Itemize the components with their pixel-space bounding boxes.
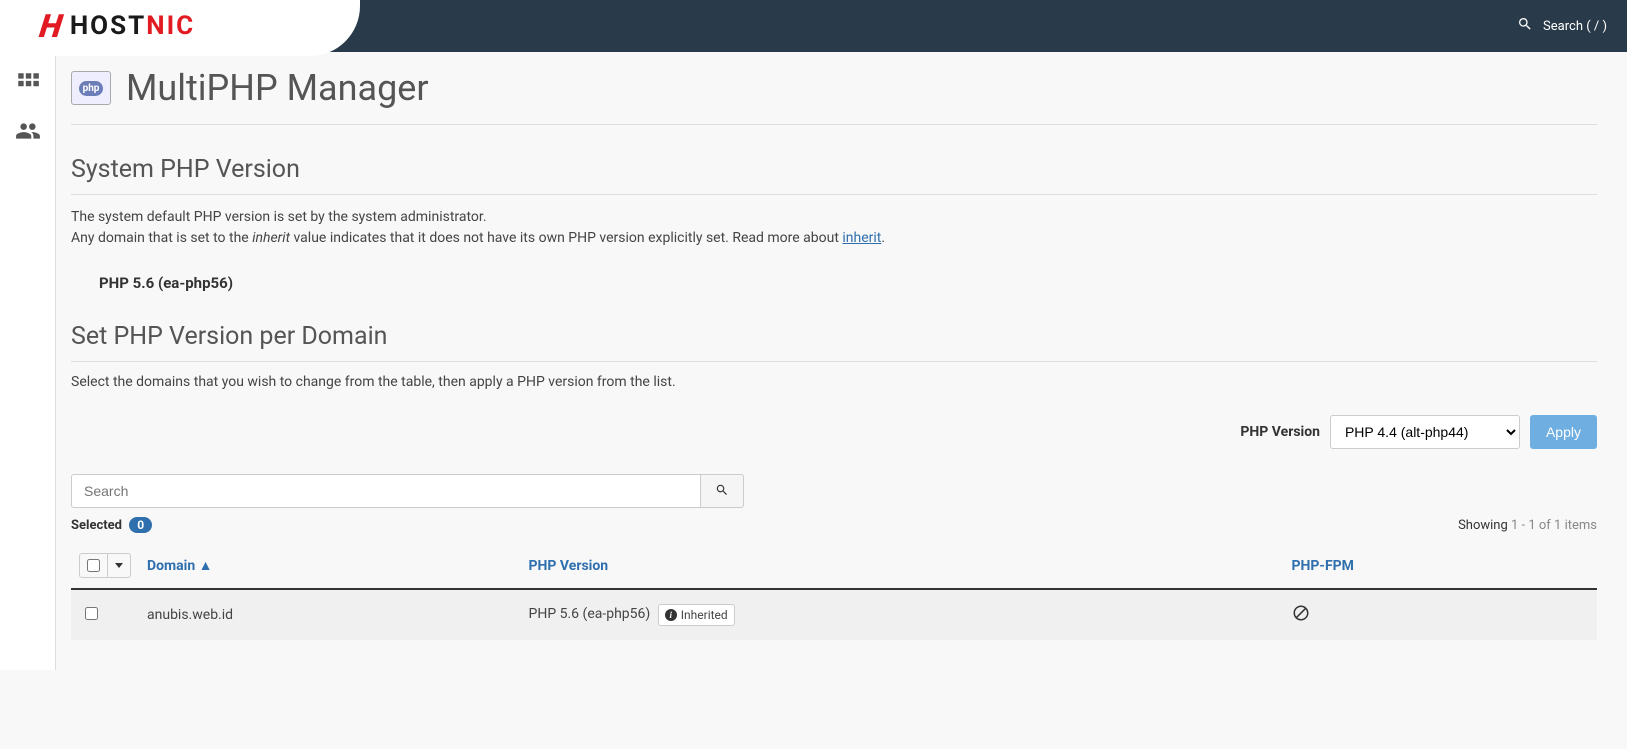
info-icon: i bbox=[665, 609, 677, 621]
select-all-group bbox=[79, 553, 131, 578]
sidebar-item-users[interactable] bbox=[15, 118, 41, 148]
inherit-link[interactable]: inherit bbox=[842, 230, 881, 246]
version-bar: PHP Version PHP 4.4 (alt-php44) Apply bbox=[71, 415, 1597, 449]
col-fpm[interactable]: PHP-FPM bbox=[1284, 543, 1598, 589]
search-icon bbox=[715, 483, 729, 500]
domain-section-title: Set PHP Version per Domain bbox=[71, 322, 1597, 362]
top-search-placeholder: Search ( / ) bbox=[1543, 19, 1607, 34]
logo[interactable]: H HOSTNIC bbox=[40, 7, 195, 45]
domain-instruction: Select the domains that you wish to chan… bbox=[71, 374, 1597, 390]
domain-table: Domain ▲ PHP Version PHP-FPM anubis.web.… bbox=[71, 543, 1597, 640]
select-all-checkbox[interactable] bbox=[80, 554, 107, 577]
showing-text: Showing 1 - 1 of 1 items bbox=[1458, 518, 1597, 533]
row-checkbox[interactable] bbox=[85, 607, 98, 620]
version-select[interactable]: PHP 4.4 (alt-php44) bbox=[1330, 415, 1520, 449]
table-search-row bbox=[71, 474, 1597, 508]
top-search[interactable]: Search ( / ) bbox=[1517, 16, 1627, 36]
col-domain[interactable]: Domain ▲ bbox=[139, 543, 521, 589]
system-version-title: System PHP Version bbox=[71, 155, 1597, 195]
main-content: php MultiPHP Manager System PHP Version … bbox=[56, 52, 1627, 670]
select-all-dropdown[interactable] bbox=[107, 554, 130, 577]
php-icon: php bbox=[79, 81, 104, 96]
page-header: php MultiPHP Manager bbox=[71, 67, 1597, 125]
apply-button[interactable]: Apply bbox=[1530, 415, 1597, 449]
inherited-badge: i Inherited bbox=[658, 604, 735, 626]
system-version-desc: The system default PHP version is set by… bbox=[71, 207, 1597, 249]
disabled-icon bbox=[1292, 610, 1310, 626]
table-search-button[interactable] bbox=[701, 474, 744, 508]
users-icon bbox=[15, 118, 41, 148]
logo-mark-icon: H bbox=[37, 7, 64, 45]
system-version-value: PHP 5.6 (ea-php56) bbox=[99, 274, 1597, 292]
search-icon bbox=[1517, 16, 1533, 36]
selected-count: Selected 0 bbox=[71, 518, 152, 533]
grid-icon bbox=[15, 70, 41, 100]
logo-container: H HOSTNIC bbox=[0, 0, 360, 56]
row-domain: anubis.web.id bbox=[139, 589, 521, 640]
sidebar-item-grid[interactable] bbox=[15, 70, 41, 100]
table-meta: Selected 0 Showing 1 - 1 of 1 items bbox=[71, 518, 1597, 533]
page-icon: php bbox=[71, 71, 111, 105]
selected-badge: 0 bbox=[129, 517, 152, 533]
col-checkbox bbox=[71, 543, 139, 589]
sidebar bbox=[0, 52, 56, 670]
row-version: PHP 5.6 (ea-php56) i Inherited bbox=[521, 589, 1284, 640]
top-bar: H HOSTNIC Search ( / ) bbox=[0, 0, 1627, 52]
version-label: PHP Version bbox=[1240, 424, 1320, 440]
caret-down-icon bbox=[115, 563, 123, 568]
page-title: MultiPHP Manager bbox=[126, 67, 429, 109]
row-fpm bbox=[1284, 589, 1598, 640]
table-search-input[interactable] bbox=[71, 474, 701, 508]
col-version[interactable]: PHP Version bbox=[521, 543, 1284, 589]
table-row: anubis.web.id PHP 5.6 (ea-php56) i Inher… bbox=[71, 589, 1597, 640]
logo-text: HOSTNIC bbox=[70, 11, 195, 41]
